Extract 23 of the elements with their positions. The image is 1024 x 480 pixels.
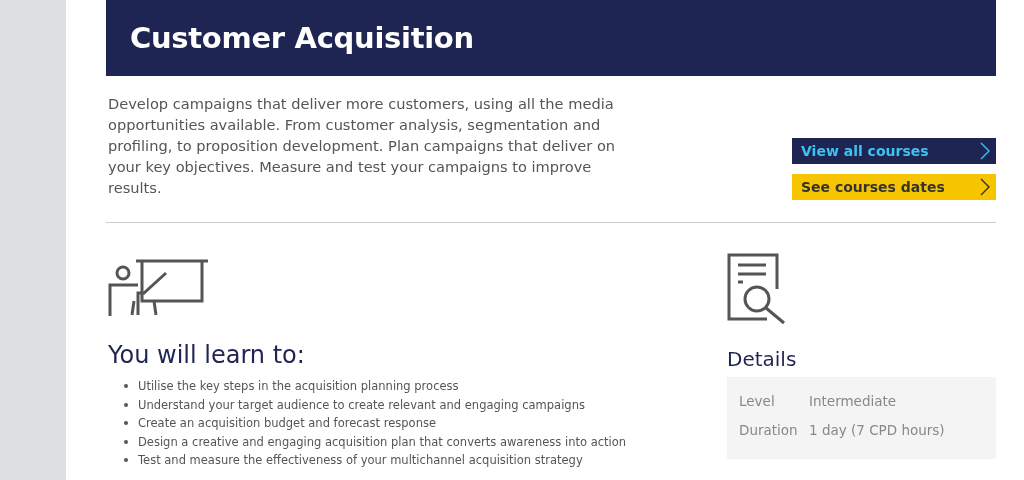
detail-value: 1 day (7 CPD hours) [809,421,945,440]
bullet-icon [124,421,128,426]
learning-objective: Test and measure the effectiveness of your multichannel acquisition strategy [138,452,583,469]
chevron-icon [980,178,990,196]
intro-paragraph: Develop campaigns that deliver more customers, using all the media opportunities available. From customer analysis, segmentation and profiling, to proposition development. Plan campaigns that deliver on your key objectives. Measure and test your campaigns to improve results. [108,94,617,198]
bullet-icon [124,402,128,407]
presenter-icon [108,259,208,317]
bullet-icon [124,439,128,444]
detail-value: Intermediate [809,392,897,411]
detail-label: Level [739,392,776,411]
course-link-button[interactable]: View all courses [792,138,996,164]
course-link-button[interactable]: See courses dates [792,174,996,200]
learning-objective: Create an acquisition budget and forecast response [138,415,436,432]
learning-objective: Utilise the key steps in the acquisition planning process [138,378,459,395]
chevron-icon [980,142,990,160]
bullet-icon [124,384,128,389]
learning-objective: Understand your target audience to create relevant and engaging campaigns [138,396,585,414]
detail-label: Duration [739,421,799,440]
bullet-icon [124,458,128,463]
learning-objective: Design a creative and engaging acquisition plan that converts awareness into action [138,433,627,451]
details-heading: Details [727,347,798,371]
learn-heading: You will learn to: [108,341,306,369]
page-title: Customer Acquisition [130,21,474,55]
